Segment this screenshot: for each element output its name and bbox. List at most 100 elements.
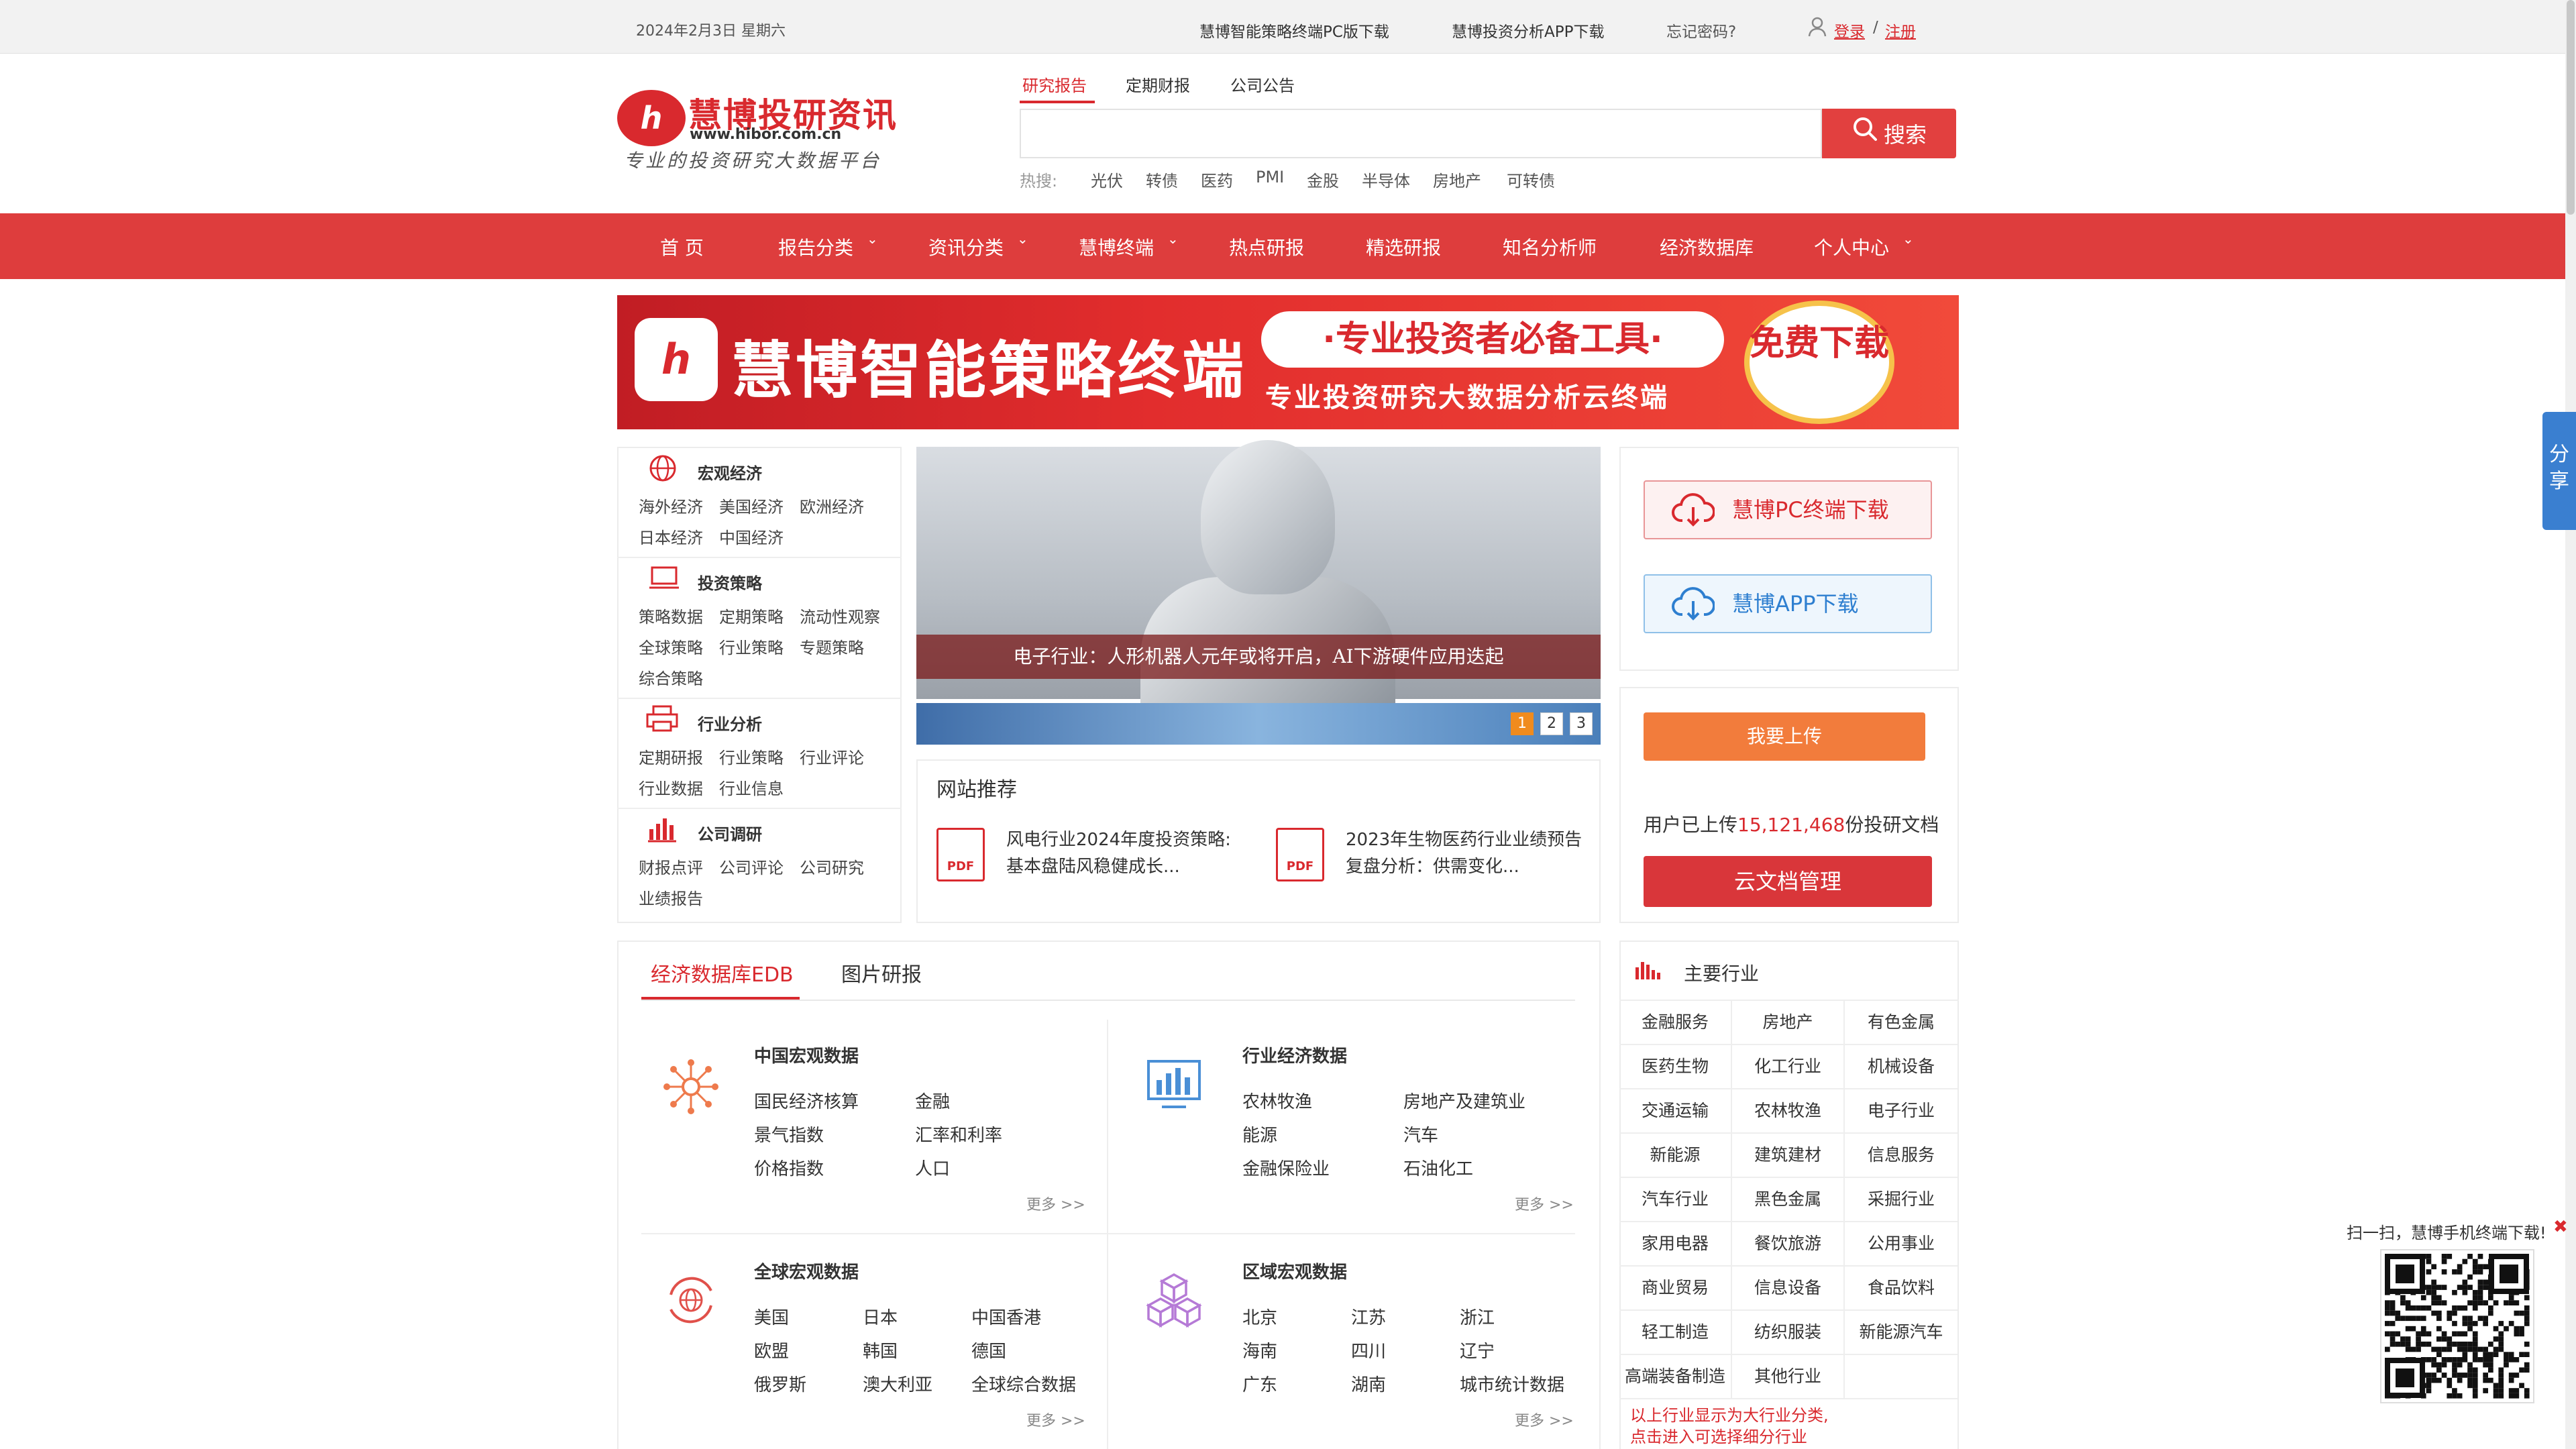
category-title[interactable]: 行业分析 <box>698 711 762 735</box>
category-link[interactable]: 定期策略 <box>719 604 784 627</box>
page-scrollbar-thumb[interactable] <box>2567 0 2575 215</box>
edb-block-title[interactable]: 区域宏观数据 <box>1242 1258 1347 1283</box>
register-link[interactable]: 注册 <box>1885 19 1916 42</box>
industry-cell[interactable]: 食品饮料 <box>1845 1267 1957 1311</box>
edb-link[interactable]: 人口 <box>915 1155 950 1180</box>
industry-cell[interactable]: 新能源汽车 <box>1845 1311 1957 1355</box>
hot-word[interactable]: 光伏 <box>1091 168 1123 191</box>
pc-download-button[interactable]: 慧博PC终端下载 <box>1644 480 1932 539</box>
category-link[interactable]: 综合策略 <box>639 665 703 689</box>
edb-link[interactable]: 海南 <box>1242 1338 1277 1362</box>
category-link[interactable]: 行业信息 <box>719 775 784 799</box>
category-link[interactable]: 行业数据 <box>639 775 703 799</box>
edb-link[interactable]: 石油化工 <box>1403 1155 1473 1180</box>
edb-link[interactable]: 日本 <box>863 1304 898 1329</box>
close-icon[interactable]: ✖ <box>2553 1217 2568 1237</box>
category-link[interactable]: 财报点评 <box>639 855 703 878</box>
search-input[interactable] <box>1020 109 1822 158</box>
category-title[interactable]: 投资策略 <box>698 570 762 594</box>
tab-picture-reports[interactable]: 图片研报 <box>841 958 922 987</box>
category-link[interactable]: 行业评论 <box>800 745 864 768</box>
hot-word[interactable]: 转债 <box>1146 168 1178 191</box>
industry-cell[interactable]: 餐饮旅游 <box>1732 1222 1845 1267</box>
logo-mark[interactable]: h <box>617 90 686 146</box>
more-link[interactable]: 更多 >> <box>1515 1409 1574 1430</box>
edb-link[interactable]: 江苏 <box>1351 1304 1386 1329</box>
hot-word[interactable]: 可转债 <box>1507 168 1555 191</box>
edb-link[interactable]: 中国香港 <box>971 1304 1041 1329</box>
industry-cell[interactable]: 黑色金属 <box>1732 1178 1845 1222</box>
carousel-dot[interactable]: 1 <box>1511 712 1534 735</box>
edb-link[interactable]: 浙江 <box>1460 1304 1495 1329</box>
edb-link[interactable]: 湖南 <box>1351 1371 1386 1396</box>
industry-cell[interactable]: 高端装备制造 <box>1619 1355 1732 1399</box>
industry-cell[interactable]: 采掘行业 <box>1845 1178 1957 1222</box>
edb-link[interactable]: 美国 <box>754 1304 789 1329</box>
edb-link[interactable]: 辽宁 <box>1460 1338 1495 1362</box>
search-button[interactable]: 搜索 <box>1822 109 1956 158</box>
hot-word[interactable]: 房地产 <box>1433 168 1481 191</box>
edb-link[interactable]: 国民经济核算 <box>754 1088 859 1113</box>
share-tab[interactable]: 分享 <box>2542 412 2576 530</box>
hot-word[interactable]: PMI <box>1256 168 1284 186</box>
carousel-dot[interactable]: 2 <box>1540 712 1563 735</box>
edb-link[interactable]: 俄罗斯 <box>754 1371 806 1396</box>
edb-link[interactable]: 全球综合数据 <box>971 1371 1076 1396</box>
hot-word[interactable]: 金股 <box>1307 168 1339 191</box>
category-link[interactable]: 全球策略 <box>639 635 703 658</box>
more-link[interactable]: 更多 >> <box>1515 1193 1574 1214</box>
nav-personal-center[interactable]: 个人中心 <box>1814 233 1889 260</box>
industry-cell[interactable]: 机械设备 <box>1845 1045 1957 1089</box>
industry-cell[interactable]: 汽车行业 <box>1619 1178 1732 1222</box>
app-download-link[interactable]: 慧博投资分析APP下载 <box>1452 19 1604 42</box>
hot-word[interactable]: 半导体 <box>1362 168 1410 191</box>
category-link[interactable]: 行业策略 <box>719 635 784 658</box>
hero-caption[interactable]: 电子行业：人形机器人元年或将开启，AI下游硬件应用迭起 <box>916 635 1601 679</box>
industry-cell[interactable]: 轻工制造 <box>1619 1311 1732 1355</box>
nav-home[interactable]: 首 页 <box>660 233 704 260</box>
edb-block-title[interactable]: 中国宏观数据 <box>754 1042 859 1067</box>
cloud-docs-button[interactable]: 云文档管理 <box>1644 856 1932 907</box>
nav-report-categories[interactable]: 报告分类 <box>778 233 853 260</box>
nav-terminal[interactable]: 慧博终端 <box>1079 233 1154 260</box>
category-link[interactable]: 定期研报 <box>639 745 703 768</box>
industry-cell[interactable]: 商业贸易 <box>1619 1267 1732 1311</box>
nav-analysts[interactable]: 知名分析师 <box>1503 233 1597 260</box>
search-tab-announcements[interactable]: 公司公告 <box>1230 72 1295 96</box>
category-title[interactable]: 宏观经济 <box>698 460 762 484</box>
recommend-item[interactable]: 风电行业2024年度投资策略: 基本盘陆风稳健成长... <box>1006 826 1231 880</box>
edb-link[interactable]: 德国 <box>971 1338 1006 1362</box>
carousel-dot[interactable]: 3 <box>1570 712 1593 735</box>
nav-news-categories[interactable]: 资讯分类 <box>928 233 1004 260</box>
edb-link[interactable]: 能源 <box>1242 1122 1277 1146</box>
edb-link[interactable]: 城市统计数据 <box>1460 1371 1564 1396</box>
edb-link[interactable]: 景气指数 <box>754 1122 824 1146</box>
login-link[interactable]: 登录 <box>1834 19 1865 42</box>
industry-cell[interactable]: 公用事业 <box>1845 1222 1957 1267</box>
industry-cell[interactable]: 电子行业 <box>1845 1089 1957 1134</box>
category-link[interactable]: 业绩报告 <box>639 885 703 909</box>
edb-block-title[interactable]: 全球宏观数据 <box>754 1258 859 1283</box>
recommend-item[interactable]: 2023年生物医药行业业绩预告 复盘分析：供需变化... <box>1346 826 1582 880</box>
forgot-password-link[interactable]: 忘记密码? <box>1666 19 1736 42</box>
tab-edb[interactable]: 经济数据库EDB <box>651 958 794 987</box>
nav-hot-reports[interactable]: 热点研报 <box>1229 233 1304 260</box>
nav-selected-reports[interactable]: 精选研报 <box>1366 233 1441 260</box>
category-link[interactable]: 欧洲经济 <box>800 494 864 517</box>
category-link[interactable]: 行业策略 <box>719 745 784 768</box>
edb-link[interactable]: 房地产及建筑业 <box>1403 1088 1525 1113</box>
category-link[interactable]: 中国经济 <box>719 525 784 548</box>
pc-download-link[interactable]: 慧博智能策略终端PC版下载 <box>1199 19 1389 42</box>
edb-link[interactable]: 四川 <box>1351 1338 1386 1362</box>
category-title[interactable]: 公司调研 <box>698 821 762 845</box>
industry-cell[interactable]: 医药生物 <box>1619 1045 1732 1089</box>
banner-free-download[interactable]: 免费下载 <box>1744 301 1894 424</box>
industry-cell[interactable]: 交通运输 <box>1619 1089 1732 1134</box>
industry-cell[interactable]: 纺织服装 <box>1732 1311 1845 1355</box>
industry-cell[interactable]: 家用电器 <box>1619 1222 1732 1267</box>
edb-link[interactable]: 北京 <box>1242 1304 1277 1329</box>
industry-cell[interactable]: 化工行业 <box>1732 1045 1845 1089</box>
category-link[interactable]: 美国经济 <box>719 494 784 517</box>
edb-link[interactable]: 汽车 <box>1403 1122 1438 1146</box>
search-tab-financials[interactable]: 定期财报 <box>1126 72 1190 96</box>
